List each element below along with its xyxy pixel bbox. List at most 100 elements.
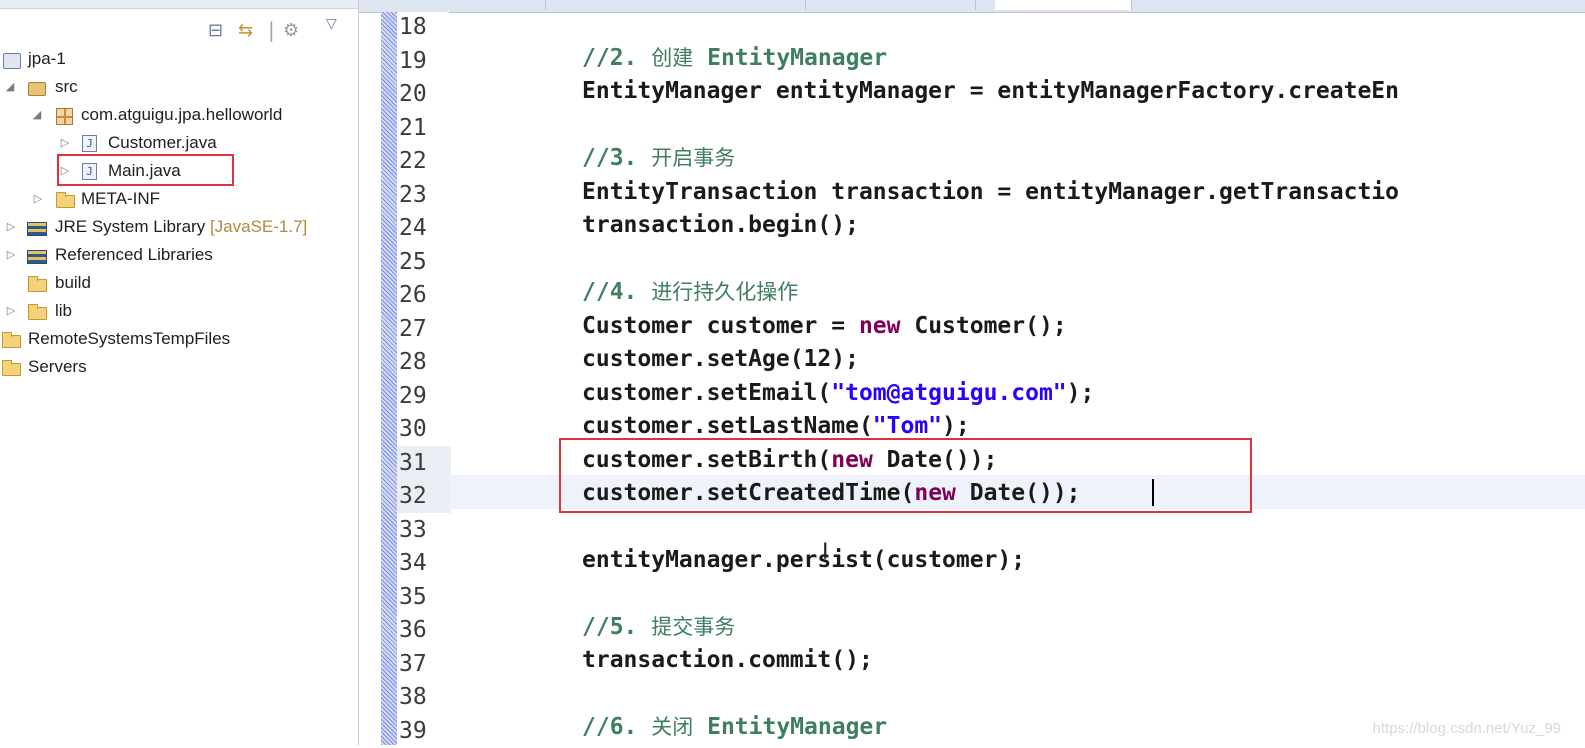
code-line-36: //5. 提交事务 <box>582 610 735 644</box>
line-number: 19 <box>399 48 427 74</box>
link-with-editor-icon[interactable]: ⇆ <box>238 20 253 41</box>
collapsed-arrow-icon[interactable]: ▷ <box>5 214 17 240</box>
line-number: 31 <box>397 446 451 480</box>
text-caret <box>1152 479 1154 506</box>
tree-item-jre-library[interactable]: ▷ JRE System Library [JavaSE-1.7] <box>0 214 340 240</box>
expanded-arrow-icon[interactable]: ◢ <box>31 102 43 128</box>
code-line-37: transaction.commit(); <box>582 647 873 673</box>
code-line-34: entityManager.persist(customer); <box>582 547 1026 573</box>
code-editor[interactable]: 18 19 20 21 22 23 24 25 26 27 28 29 30 3… <box>358 0 1585 745</box>
explorer-tab-bar <box>0 0 358 9</box>
tree-item-label: RemoteSystemsTempFiles <box>28 329 231 348</box>
line-number-gutter: 18 19 20 21 22 23 24 25 26 27 28 29 30 3… <box>397 12 451 745</box>
code-line-24: transaction.begin(); <box>582 212 859 238</box>
comment-text: //6. <box>582 714 652 740</box>
project-icon <box>3 53 21 69</box>
collapsed-arrow-icon[interactable]: ▷ <box>5 298 17 324</box>
line-number: 22 <box>399 148 427 174</box>
tree-item-package[interactable]: ◢ com.atguigu.jpa.helloworld <box>0 102 340 128</box>
line-number-current: 32 <box>397 479 451 513</box>
line-number: 24 <box>399 215 427 241</box>
code-line-27: Customer customer = new Customer(); <box>582 309 1067 343</box>
code-line-26: //4. 进行持久化操作 <box>582 275 798 309</box>
tree-item-label: build <box>55 273 91 292</box>
tree-item-build[interactable]: build <box>0 270 340 296</box>
tree-item-label: JRE System Library <box>55 217 206 236</box>
line-number: 21 <box>399 115 427 141</box>
tree-item-customer-java[interactable]: ▷ J Customer.java <box>0 130 340 156</box>
overview-ruler <box>381 12 398 745</box>
comment-text: EntityManager <box>693 714 888 740</box>
line-number: 23 <box>399 182 427 208</box>
tree-item-label: lib <box>55 301 73 320</box>
jre-version-decoration: [JavaSE-1.7] <box>209 217 308 236</box>
line-number: 37 <box>399 651 427 677</box>
comment-text: 开启事务 <box>651 146 736 170</box>
folder-icon <box>28 276 47 292</box>
line-number: 30 <box>399 416 427 442</box>
tree-item-src[interactable]: ◢ src <box>0 74 340 100</box>
tree-item-label: Referenced Libraries <box>55 245 213 264</box>
comment-text: //2. <box>582 45 652 71</box>
filter-icon[interactable]: ⚙ <box>283 20 299 41</box>
project-icon <box>2 332 21 348</box>
tree-item-remote-systems[interactable]: RemoteSystemsTempFiles <box>0 326 340 352</box>
line-number: 39 <box>399 718 427 744</box>
tree-item-label: Customer.java <box>108 133 217 152</box>
line-number: 38 <box>399 684 427 710</box>
collapse-all-icon[interactable]: ⊟ <box>208 20 223 41</box>
code-text: Customer(); <box>900 313 1067 339</box>
expanded-arrow-icon[interactable]: ◢ <box>4 74 16 100</box>
line-number: 29 <box>399 383 427 409</box>
line-number: 33 <box>399 517 427 543</box>
editor-tab[interactable] <box>819 0 976 10</box>
comment-text: EntityManager <box>693 45 888 71</box>
tree-item-servers[interactable]: Servers <box>0 354 340 380</box>
collapsed-arrow-icon[interactable]: ▷ <box>5 242 17 268</box>
line-number: 26 <box>399 282 427 308</box>
toolbar-separator: | <box>268 18 275 42</box>
package-icon <box>56 108 73 125</box>
code-line-39: //6. 关闭 EntityManager <box>582 710 887 744</box>
code-line-22: //3. 开启事务 <box>582 141 735 175</box>
comment-text: 提交事务 <box>651 615 736 639</box>
tree-item-label: jpa-1 <box>28 49 66 68</box>
code-highlight-box <box>559 438 1252 513</box>
tree-item-label: com.atguigu.jpa.helloworld <box>81 105 283 124</box>
tree-item-label: src <box>55 77 78 96</box>
java-file-icon: J <box>82 135 97 152</box>
view-menu-icon[interactable]: ▽ <box>326 16 337 32</box>
text-cursor-icon: Ι <box>822 540 829 565</box>
editor-tab[interactable] <box>379 0 546 10</box>
tree-item-label: Servers <box>28 357 87 376</box>
code-text: ); <box>1066 380 1095 406</box>
line-number: 36 <box>399 617 427 643</box>
main-java-highlight-box <box>57 154 234 186</box>
comment-text: //3. <box>582 145 652 171</box>
tree-item-lib[interactable]: ▷ lib <box>0 298 340 324</box>
comment-text: 关闭 <box>651 715 694 739</box>
collapsed-arrow-icon[interactable]: ▷ <box>32 186 44 212</box>
watermark: https://blog.csdn.net/Yuz_99 <box>1372 720 1561 737</box>
editor-tab[interactable] <box>559 0 806 10</box>
string-literal: "tom@atguigu.com" <box>831 380 1067 406</box>
tree-item-referenced-libraries[interactable]: ▷ Referenced Libraries <box>0 242 340 268</box>
tree-item-jpa-1[interactable]: jpa-1 <box>0 46 340 72</box>
line-number: 34 <box>399 550 427 576</box>
line-number: 27 <box>399 316 427 342</box>
project-icon <box>2 360 21 376</box>
collapsed-arrow-icon[interactable]: ▷ <box>59 130 71 156</box>
comment-text: //4. <box>582 279 652 305</box>
editor-tab-bar <box>359 0 1585 13</box>
folder-icon <box>56 192 75 208</box>
tree-item-meta-inf[interactable]: ▷ META-INF <box>0 186 340 212</box>
line-number: 35 <box>399 584 427 610</box>
string-literal: "Tom" <box>872 413 943 439</box>
code-line-19: //2. 创建 EntityManager <box>582 41 887 75</box>
code-line-23: EntityTransaction transaction = entityMa… <box>582 179 1399 205</box>
editor-tab-active[interactable] <box>995 0 1132 10</box>
tree-item-label: META-INF <box>81 189 161 208</box>
code-text: customer.setEmail( <box>582 380 832 406</box>
code-line-28: customer.setAge(12); <box>582 346 859 372</box>
line-number: 28 <box>399 349 427 375</box>
